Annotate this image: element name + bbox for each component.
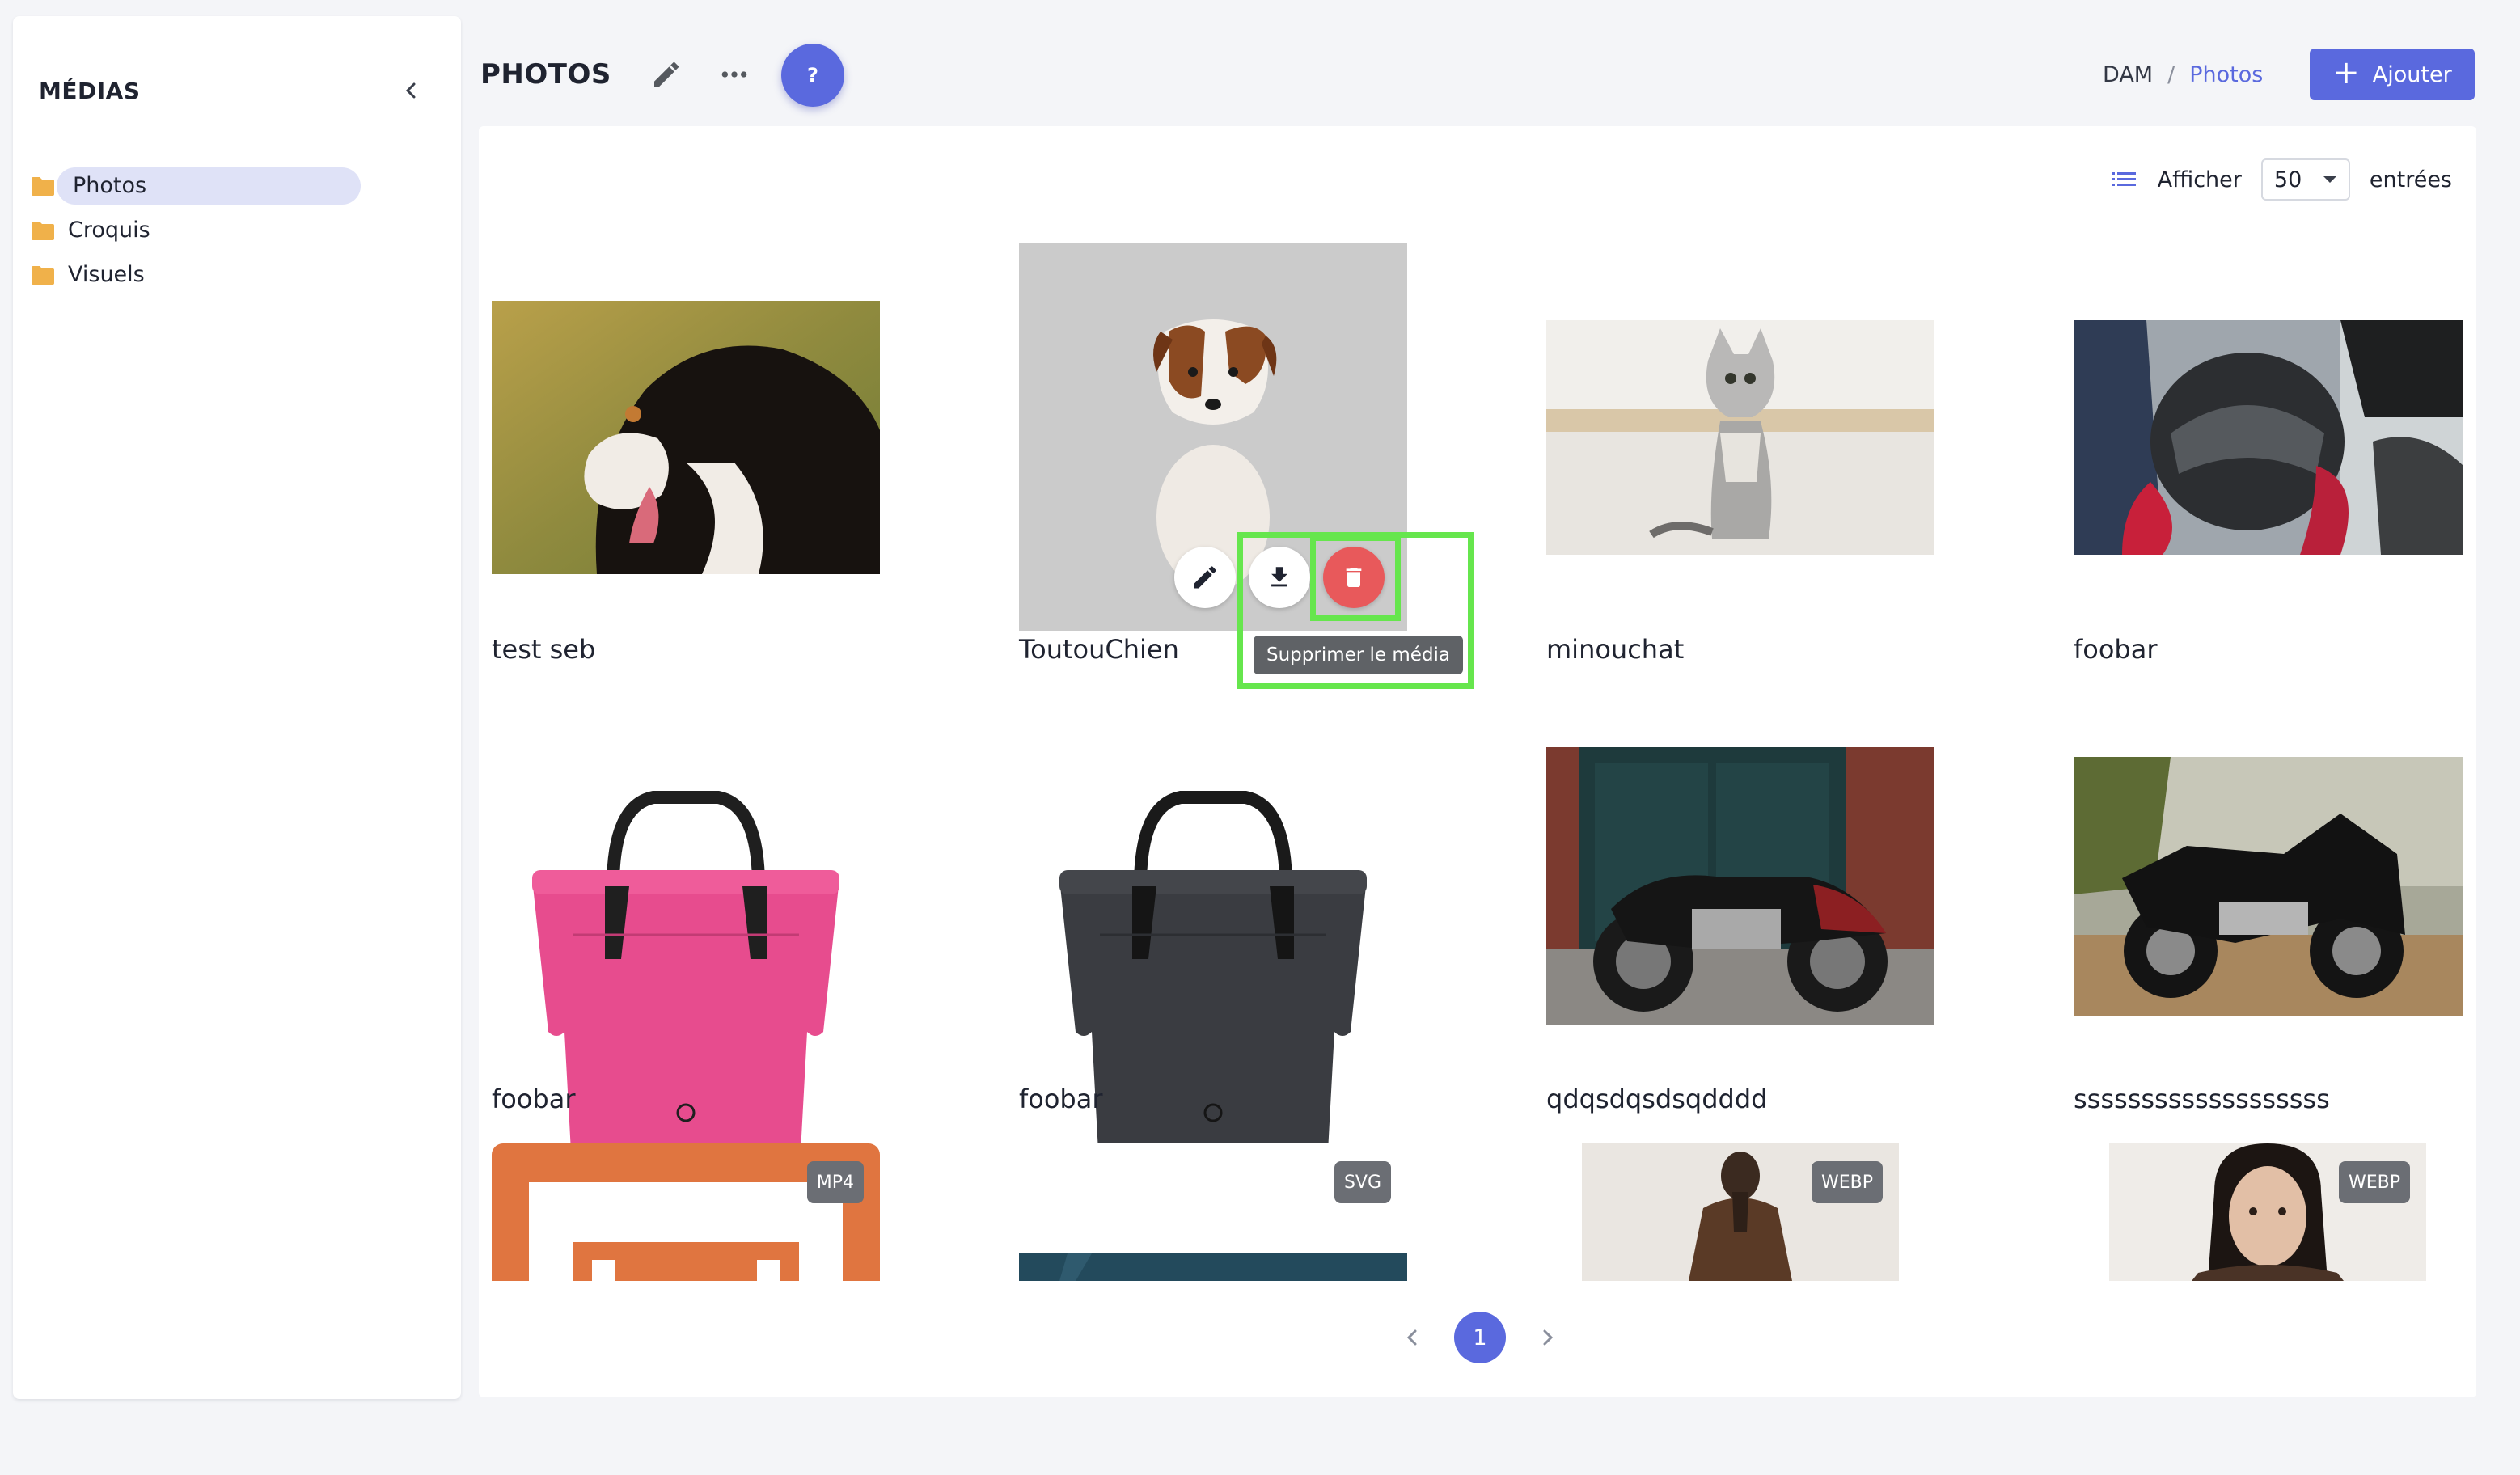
breadcrumb-separator: / xyxy=(2167,61,2175,87)
collapse-sidebar-button[interactable] xyxy=(393,73,429,108)
chevron-right-icon xyxy=(1543,1329,1554,1346)
caret-down-icon xyxy=(2323,176,2336,183)
sidebar-header: MÉDIAS xyxy=(39,73,429,108)
folder-label: Croquis xyxy=(68,218,150,243)
media-thumbnail[interactable] xyxy=(2074,320,2463,555)
media-thumbnail[interactable] xyxy=(1546,747,1934,1025)
folder-label: Visuels xyxy=(68,262,145,287)
folder-item-photos[interactable]: Photos xyxy=(31,167,403,205)
add-button-label: Ajouter xyxy=(2372,61,2452,87)
bernese-dog-image xyxy=(492,301,880,574)
page-size-value: 50 xyxy=(2273,167,2302,192)
sidebar-title: MÉDIAS xyxy=(39,77,141,104)
page-number-current[interactable]: 1 xyxy=(1454,1312,1506,1363)
media-thumbnail[interactable]: WEBP xyxy=(2109,1143,2426,1281)
media-title: test seb xyxy=(492,634,596,665)
black-bag-image xyxy=(1059,791,1367,1188)
format-badge: SVG xyxy=(1334,1161,1391,1203)
pencil-icon xyxy=(654,61,679,87)
breadcrumb: DAM / Photos xyxy=(2103,58,2263,91)
media-thumbnail[interactable]: SVG xyxy=(1019,1143,1407,1281)
folder-list: Photos Croquis Visuels xyxy=(31,167,403,300)
media-panel: Afficher 50 entrées test seb ToutouChien… xyxy=(479,126,2476,1397)
folder-item-visuels[interactable]: Visuels xyxy=(31,256,403,294)
show-label: Afficher xyxy=(2157,167,2242,192)
media-title: minouchat xyxy=(1546,634,1685,665)
media-thumbnail[interactable] xyxy=(1546,320,1934,555)
next-page-button[interactable] xyxy=(1532,1321,1564,1354)
media-thumbnail[interactable] xyxy=(1019,773,1407,1194)
pink-bag-image xyxy=(532,791,839,1188)
media-thumbnail[interactable] xyxy=(2074,757,2463,1016)
previous-page-button[interactable] xyxy=(1396,1321,1428,1354)
page-size-select[interactable]: 50 xyxy=(2260,158,2350,201)
media-title: foobar xyxy=(1019,1084,1103,1114)
page-title: PHOTOS xyxy=(480,58,611,91)
delete-tooltip: Supprimer le média xyxy=(1254,636,1464,674)
folder-icon xyxy=(32,266,54,285)
media-thumbnail[interactable]: MP4 xyxy=(492,1143,880,1281)
motorcycle-image xyxy=(1546,747,1934,1025)
list-icon xyxy=(2111,172,2136,186)
breadcrumb-root[interactable]: DAM xyxy=(2103,62,2153,87)
format-badge: WEBP xyxy=(2338,1161,2410,1203)
helmet-image xyxy=(2074,320,2463,555)
pencil-icon xyxy=(1194,566,1216,589)
chevron-left-icon xyxy=(405,82,416,99)
rename-button[interactable] xyxy=(645,53,687,95)
format-badge: MP4 xyxy=(806,1161,864,1203)
chevron-left-icon xyxy=(1406,1329,1417,1346)
more-horizontal-icon xyxy=(721,71,747,78)
folder-icon xyxy=(32,222,54,240)
entries-label: entrées xyxy=(2369,167,2452,192)
format-badge: WEBP xyxy=(1811,1161,1883,1203)
pagination: 1 xyxy=(1396,1312,1564,1363)
edit-media-button[interactable] xyxy=(1174,547,1236,608)
help-button[interactable]: ? xyxy=(781,44,844,107)
folder-item-croquis[interactable]: Croquis xyxy=(31,211,403,250)
breadcrumb-current[interactable]: Photos xyxy=(2189,62,2263,87)
media-thumbnail[interactable]: WEBP xyxy=(1582,1143,1899,1281)
more-options-button[interactable] xyxy=(713,53,755,95)
list-toolbar: Afficher 50 entrées xyxy=(2109,158,2452,201)
media-title: foobar xyxy=(2074,634,2158,665)
folder-label: Photos xyxy=(57,167,361,205)
list-view-toggle[interactable] xyxy=(2109,165,2138,194)
touring-motorcycle-image xyxy=(2074,757,2463,1016)
media-thumbnail[interactable] xyxy=(492,301,880,574)
media-title: qdqsdqsdsqdddd xyxy=(1546,1084,1768,1114)
kitten-image xyxy=(1546,320,1934,555)
media-title: sssssssssssssssssss xyxy=(2074,1084,2330,1114)
media-thumbnail[interactable] xyxy=(492,773,880,1194)
media-title: foobar xyxy=(492,1084,576,1114)
add-media-button[interactable]: + Ajouter xyxy=(2310,49,2475,100)
plus-icon: + xyxy=(2332,54,2360,91)
media-title: ToutouChien xyxy=(1019,634,1179,665)
folder-icon xyxy=(32,177,54,196)
media-sidebar: MÉDIAS Photos Croquis Visuels xyxy=(13,16,461,1399)
